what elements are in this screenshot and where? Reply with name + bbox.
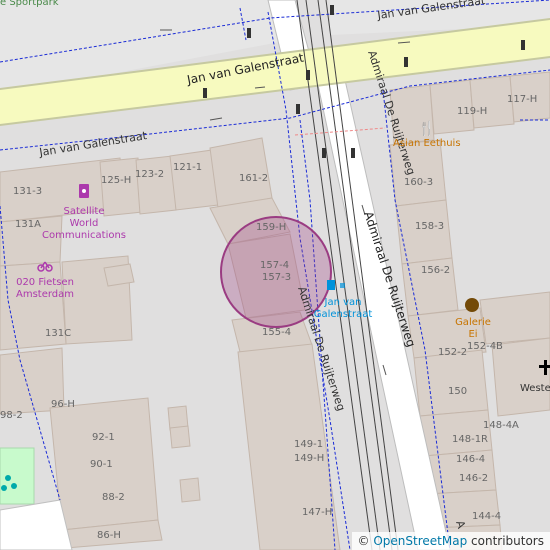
house-number: 160-3 [404,177,433,188]
house-number: 150 [448,386,467,397]
poi-label-fietsen-2[interactable]: Amsterdam [16,289,74,300]
house-number: 149-H [294,453,324,464]
house-number: 86-H [97,530,121,541]
house-number: 158-3 [415,221,444,232]
house-number: 148-4A [483,420,519,431]
art-gallery-icon [465,298,479,312]
poi-label-galerie-2[interactable]: Ei [468,329,477,340]
house-number: 90-1 [90,459,113,470]
house-number: 146-4 [456,454,485,465]
house-number: 156-2 [421,265,450,276]
house-number: 149-1 [294,439,323,450]
house-number: 125-H [101,175,131,186]
poi-label-galerie-1[interactable]: Galerie [455,317,491,328]
poi-label-asian-eethuis[interactable]: Asian Eethuis [393,138,461,149]
house-number: 98-2 [0,410,23,421]
house-number: 144-4 [472,511,501,522]
restaurant-icon: 🍴 [418,120,435,137]
house-number: 96-H [51,399,75,410]
poi-label-satellite-2[interactable]: World [70,218,99,229]
house-number: 152-2 [438,347,467,358]
house-number: 117-H [507,94,537,105]
poi-label-tram-stop-2[interactable]: Galenstraat [314,309,373,320]
house-number: 148-1R [452,434,488,445]
poi-label-satellite-3[interactable]: Communications [42,230,126,241]
attribution-copyright: © [357,534,374,548]
poi-label-tram-stop-1[interactable]: Jan van [324,297,362,308]
house-number: 131A [15,219,41,230]
poi-label-fietsen-1[interactable]: 020 Fietsen [16,277,74,288]
house-number: 92-1 [92,432,115,443]
map-layer: 🍴 Jan van Galenstraat Jan van Galenstraa… [0,0,550,550]
house-number: 131C [45,328,71,339]
house-number: 131-3 [13,186,42,197]
poi-label-weste[interactable]: Weste [520,383,550,394]
map-canvas[interactable]: 🍴 Jan van Galenstraat Jan van Galenstraa… [0,0,550,550]
house-number: 88-2 [102,492,125,503]
house-number: 147-H [302,507,332,518]
house-number: 155-4 [262,327,291,338]
house-number: 152-4B [467,341,503,352]
house-number: 146-2 [459,473,488,484]
attribution-osm-link[interactable]: OpenStreetMap [373,534,467,548]
park-label-sportpark: e Sportpark [0,0,59,8]
house-number: 157-4 [260,260,289,271]
attribution-suffix: contributors [467,534,544,548]
house-number: 161-2 [239,173,268,184]
house-number: 119-H [457,106,487,117]
park [0,447,35,505]
house-number: 157-3 [262,272,291,283]
house-number: 123-2 [135,169,164,180]
house-number: 159-H [256,222,286,233]
map-attribution: © OpenStreetMap contributors [351,532,550,550]
poi-label-satellite-1[interactable]: Satellite [64,206,105,217]
house-number: 121-1 [173,162,202,173]
